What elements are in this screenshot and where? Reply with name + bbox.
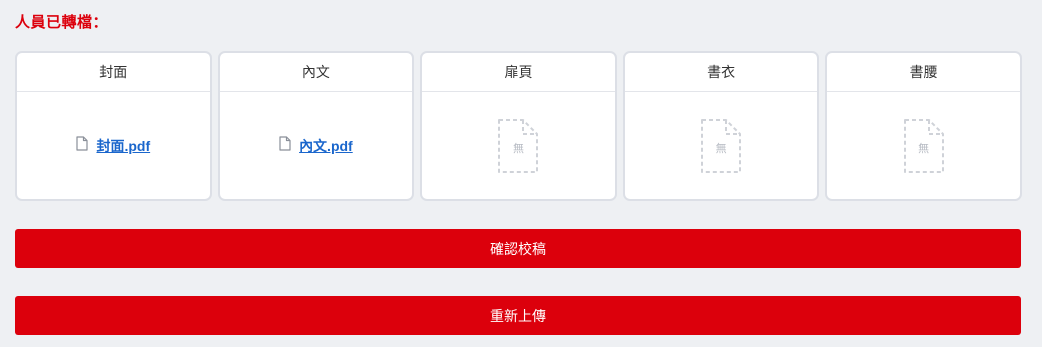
file-cards: 封面 封面.pdf 內文 內文.pdf 扉頁 無 書衣 無 書腰 無: [15, 51, 1022, 201]
confirm-proof-button[interactable]: 確認校稿: [15, 229, 1021, 268]
card-body: 無: [827, 92, 1020, 199]
card-title: 內文: [219, 53, 413, 92]
card-cover: 封面 封面.pdf: [15, 51, 212, 201]
empty-file-icon: 無: [903, 118, 945, 174]
card-body: 封面.pdf: [17, 92, 210, 199]
card-body-text: 內文 內文.pdf: [217, 51, 415, 201]
card-title: 書衣: [624, 53, 818, 92]
empty-label: 無: [512, 142, 524, 155]
page-heading: 人員已轉檔：: [15, 14, 109, 31]
card-title: 扉頁: [422, 53, 615, 92]
file-name[interactable]: 內文.pdf: [299, 136, 353, 156]
document-icon: [76, 135, 89, 156]
file-link-cover[interactable]: 封面.pdf: [76, 135, 150, 156]
card-title: 封面: [17, 53, 210, 92]
file-name[interactable]: 封面.pdf: [96, 136, 150, 156]
card-jacket: 書衣 無: [622, 51, 820, 201]
card-body: 無: [625, 92, 818, 199]
reupload-button[interactable]: 重新上傳: [15, 296, 1021, 335]
card-belly-band: 書腰 無: [825, 51, 1022, 201]
file-link-body-text[interactable]: 內文.pdf: [279, 135, 353, 156]
card-title-page: 扉頁 無: [420, 51, 617, 201]
document-icon: [279, 135, 291, 156]
empty-label: 無: [918, 142, 930, 155]
card-title: 書腰: [827, 53, 1020, 92]
card-body: 無: [422, 92, 615, 199]
card-body: 內文.pdf: [220, 92, 413, 199]
empty-label: 無: [715, 142, 727, 155]
empty-file-icon: 無: [700, 118, 742, 174]
empty-file-icon: 無: [497, 118, 539, 174]
